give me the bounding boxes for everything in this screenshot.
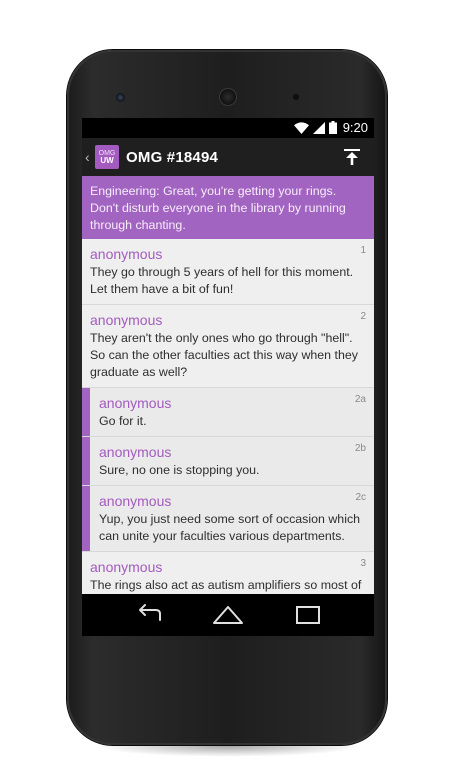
comment-number: 1 [360, 245, 366, 256]
post-body: Engineering: Great, you're getting your … [82, 176, 374, 239]
reply-row[interactable]: anonymous Sure, no one is stopping you. … [82, 437, 374, 486]
back-chevron-icon[interactable]: ‹ [85, 149, 93, 165]
comment-number: 3 [360, 558, 366, 569]
nav-back-icon[interactable] [130, 602, 170, 628]
status-bar: 9:20 [82, 118, 374, 138]
app-logo-line2: UW [100, 155, 114, 165]
comment-number: 2c [355, 492, 366, 503]
screen: 9:20 ‹ OMG UW OMG #18494 Engineering: Gr… [82, 118, 374, 636]
comment-author: anonymous [90, 312, 163, 328]
nav-home-icon[interactable] [208, 602, 248, 628]
comment-text: Go for it. [99, 414, 147, 428]
comment-number: 2b [354, 443, 366, 454]
front-camera [116, 93, 125, 102]
comment-author: anonymous [90, 246, 163, 262]
comment-text: Yup, you just need some sort of occasion… [99, 512, 361, 543]
comment-author: anonymous [99, 395, 172, 411]
comment-row[interactable]: anonymous The rings also act as autism a… [82, 552, 374, 594]
reply-row[interactable]: anonymous Yup, you just need some sort o… [82, 486, 374, 552]
comment-feed[interactable]: Engineering: Great, you're getting your … [82, 176, 374, 594]
proximity-sensor [293, 94, 299, 100]
nav-recents-icon[interactable] [288, 602, 328, 628]
post-text: Engineering: Great, you're getting your … [90, 184, 346, 232]
status-time: 9:20 [342, 120, 368, 135]
comment-number: 2 [360, 311, 366, 322]
comment-text: Sure, no one is stopping you. [99, 463, 260, 477]
page-title: OMG #18494 [126, 148, 219, 166]
comment-row[interactable]: anonymous They go through 5 years of hel… [82, 239, 374, 305]
comment-text: They go through 5 years of hell for this… [90, 265, 354, 296]
comment-number: 2a [354, 394, 366, 405]
comment-author: anonymous [90, 559, 163, 575]
reply-row[interactable]: anonymous Go for it. 2a [82, 388, 374, 437]
comment-row[interactable]: anonymous They aren't the only ones who … [82, 305, 374, 388]
upload-icon[interactable] [342, 147, 362, 167]
navigation-bar [82, 594, 374, 636]
comment-author: anonymous [99, 493, 172, 509]
comment-text: They aren't the only ones who go through… [90, 331, 358, 379]
earpiece-speaker [219, 88, 237, 106]
comment-author: anonymous [99, 444, 172, 460]
comment-text: The rings also act as autism amplifiers … [90, 578, 362, 592]
wifi-icon [293, 121, 309, 134]
battery-icon [328, 121, 337, 134]
cell-signal-icon [312, 121, 325, 134]
action-bar: ‹ OMG UW OMG #18494 [82, 138, 374, 176]
app-logo[interactable]: OMG UW [95, 145, 119, 169]
